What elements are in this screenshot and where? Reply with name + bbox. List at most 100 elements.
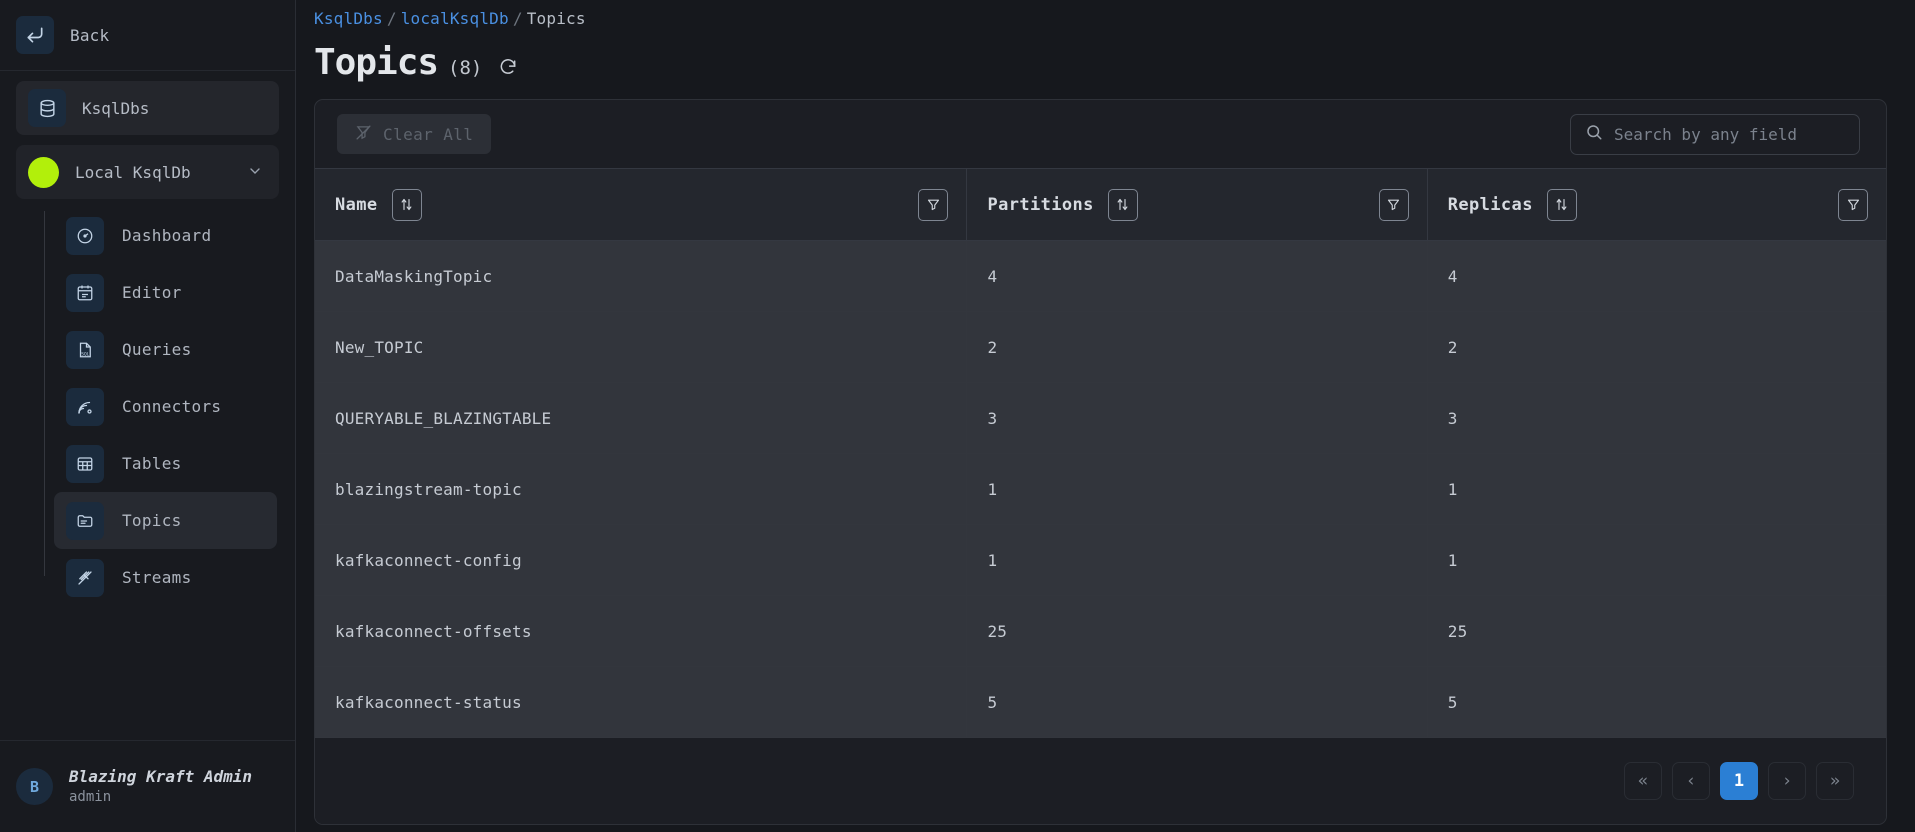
- cell-name: DataMaskingTopic: [315, 240, 968, 312]
- cell-replicas: 1: [1427, 453, 1886, 525]
- cell-partitions: 25: [966, 595, 1428, 667]
- sidebar-nav: Dashboard Editor SQL Queries Connectors …: [0, 207, 295, 740]
- column-header-name: Name: [315, 168, 968, 241]
- table-row[interactable]: New_TOPIC 2 2: [315, 311, 1886, 383]
- sidebar-section-label: KsqlDbs: [82, 98, 150, 118]
- pagination-first-button[interactable]: «: [1624, 762, 1662, 800]
- main-content: KsqlDbs / localKsqlDb / Topics Topics (8) Cl…: [296, 0, 1915, 832]
- table-toolbar: Clear All: [315, 100, 1886, 168]
- filter-icon[interactable]: [1838, 188, 1868, 221]
- sort-icon[interactable]: [1546, 188, 1577, 221]
- clear-all-label: Clear All: [383, 124, 474, 144]
- topics-panel: Clear All Name: [314, 99, 1887, 825]
- cell-name: New_TOPIC: [315, 311, 968, 383]
- back-arrow-icon: [16, 16, 54, 54]
- search-input[interactable]: [1614, 124, 1845, 144]
- sidebar-item-label: Topics: [122, 511, 182, 530]
- sidebar-item-label: Streams: [122, 568, 192, 587]
- cell-name: kafkaconnect-offsets: [315, 595, 968, 667]
- nav-rail-divider: [44, 211, 45, 576]
- cell-replicas: 1: [1427, 524, 1886, 596]
- column-header-replicas: Replicas: [1427, 168, 1886, 241]
- pagination-next-button[interactable]: ›: [1768, 762, 1806, 800]
- sort-icon[interactable]: [1107, 188, 1138, 221]
- chevron-down-icon[interactable]: [247, 163, 263, 182]
- filter-icon[interactable]: [918, 188, 949, 221]
- table-row[interactable]: blazingstream-topic 1 1: [315, 453, 1886, 525]
- sidebar-item-editor[interactable]: Editor: [54, 264, 277, 321]
- cell-partitions: 1: [966, 524, 1428, 596]
- cell-name: kafkaconnect-config: [315, 524, 968, 596]
- table-row[interactable]: DataMaskingTopic 4 4: [315, 240, 1886, 312]
- breadcrumb-current: Topics: [526, 9, 586, 28]
- svg-text:SQL: SQL: [81, 351, 89, 357]
- filter-off-icon: [355, 124, 372, 145]
- table-row[interactable]: kafkaconnect-offsets 25 25: [315, 595, 1886, 667]
- table-header: Name Partitions Replicas: [315, 168, 1886, 241]
- user-profile[interactable]: B Blazing Kraft Admin admin: [0, 740, 295, 832]
- column-label: Name: [335, 194, 378, 215]
- sidebar-item-label: Tables: [122, 454, 182, 473]
- sidebar-section-ksqldbs[interactable]: KsqlDbs: [16, 81, 279, 135]
- streams-icon: [66, 558, 104, 597]
- breadcrumb-separator: /: [512, 9, 523, 28]
- search-box[interactable]: [1570, 113, 1860, 155]
- cell-partitions: 4: [966, 240, 1428, 312]
- back-button[interactable]: Back: [0, 0, 295, 71]
- sidebar-item-connectors[interactable]: Connectors: [54, 378, 277, 435]
- app-root: Back KsqlDbs Local KsqlDb Dashboard Edit…: [0, 0, 1915, 832]
- cell-partitions: 1: [966, 453, 1428, 525]
- pagination-page-1[interactable]: 1: [1720, 762, 1758, 800]
- refresh-icon[interactable]: [498, 57, 518, 81]
- breadcrumb-root[interactable]: KsqlDbs: [314, 9, 383, 28]
- sidebar-item-tables[interactable]: Tables: [54, 435, 277, 492]
- sidebar-item-dashboard[interactable]: Dashboard: [54, 207, 277, 264]
- sidebar-item-label: Editor: [122, 283, 182, 302]
- table-row[interactable]: kafkaconnect-config 1 1: [315, 524, 1886, 596]
- search-icon: [1585, 123, 1603, 145]
- column-label: Replicas: [1447, 194, 1533, 215]
- gauge-icon: [66, 216, 104, 255]
- filter-icon[interactable]: [1378, 188, 1409, 221]
- sort-icon[interactable]: [391, 188, 422, 221]
- cluster-status-dot: [28, 156, 59, 188]
- table-row[interactable]: kafkaconnect-status 5 5: [315, 666, 1886, 738]
- page-header: Topics (8): [314, 28, 1887, 99]
- cell-replicas: 3: [1427, 382, 1886, 454]
- sidebar-item-queries[interactable]: SQL Queries: [54, 321, 277, 378]
- sql-file-icon: SQL: [66, 330, 104, 369]
- sidebar-item-streams[interactable]: Streams: [54, 549, 277, 606]
- cell-partitions: 5: [966, 666, 1428, 738]
- breadcrumb-separator: /: [386, 9, 397, 28]
- table-row[interactable]: QUERYABLE_BLAZINGTABLE 3 3: [315, 382, 1886, 454]
- page-title-count: (8): [448, 57, 483, 79]
- table-grid-icon: [66, 444, 104, 483]
- topics-table: Name Partitions Replicas DataMaskingTopi…: [315, 168, 1886, 738]
- breadcrumb: KsqlDbs / localKsqlDb / Topics: [314, 0, 1887, 28]
- cell-partitions: 3: [966, 382, 1428, 454]
- user-name: Blazing Kraft Admin: [69, 767, 253, 787]
- cell-name: QUERYABLE_BLAZINGTABLE: [315, 382, 968, 454]
- cluster-label: Local KsqlDb: [75, 162, 191, 182]
- user-role: admin: [69, 788, 112, 805]
- pagination-prev-button[interactable]: ‹: [1672, 762, 1710, 800]
- sidebar-item-label: Connectors: [122, 397, 222, 416]
- breadcrumb-cluster[interactable]: localKsqlDb: [401, 9, 509, 28]
- sidebar-item-label: Queries: [122, 340, 192, 359]
- pagination-last-button[interactable]: »: [1816, 762, 1854, 800]
- sidebar-item-topics[interactable]: Topics: [54, 492, 277, 549]
- clear-all-button[interactable]: Clear All: [337, 114, 492, 154]
- cell-name: blazingstream-topic: [315, 453, 968, 525]
- connectors-icon: [66, 387, 104, 426]
- database-icon: [28, 89, 66, 127]
- sidebar-item-label: Dashboard: [122, 226, 212, 245]
- cluster-selector-wrap: Local KsqlDb: [0, 135, 295, 199]
- avatar: B: [16, 768, 53, 805]
- cell-replicas: 25: [1427, 595, 1886, 667]
- cluster-selector[interactable]: Local KsqlDb: [16, 145, 279, 199]
- column-header-partitions: Partitions: [966, 168, 1428, 241]
- sidebar: Back KsqlDbs Local KsqlDb Dashboard Edit…: [0, 0, 296, 832]
- cell-replicas: 4: [1427, 240, 1886, 312]
- cell-name: kafkaconnect-status: [315, 666, 968, 738]
- user-info: Blazing Kraft Admin admin: [69, 766, 252, 806]
